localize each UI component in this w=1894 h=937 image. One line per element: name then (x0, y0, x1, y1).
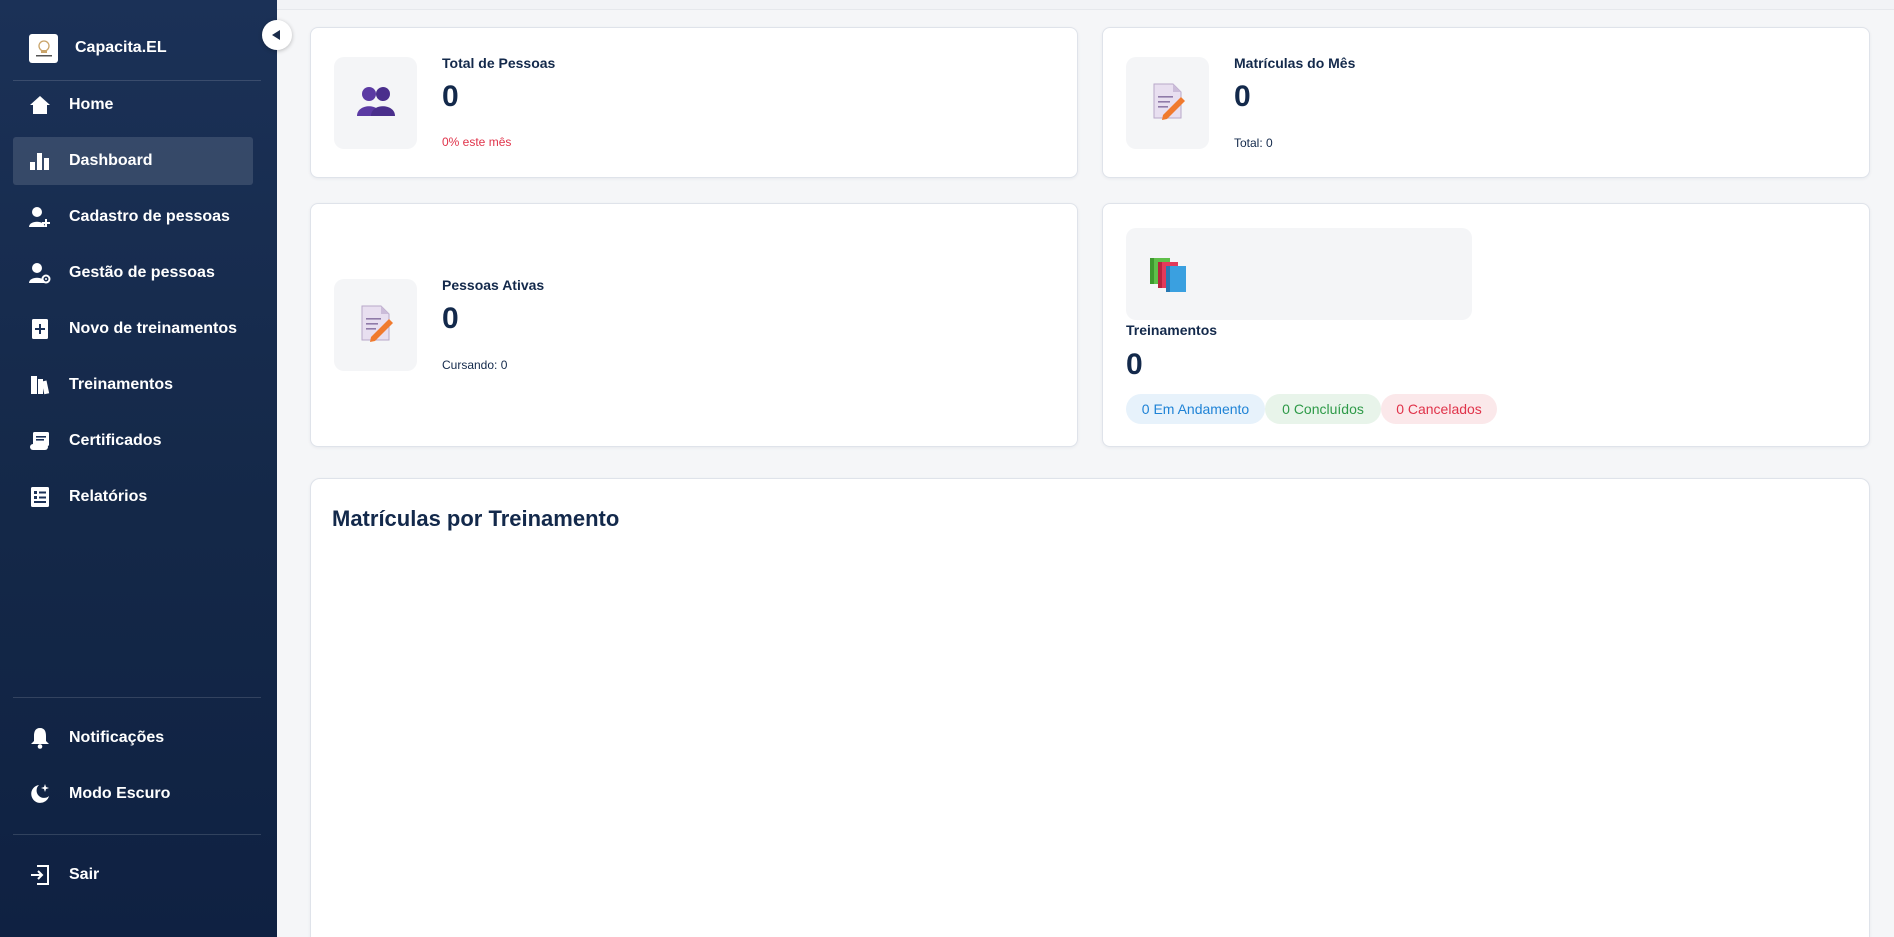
memo-icon (359, 304, 393, 347)
chart-card-matriculas (310, 478, 1870, 937)
moon-icon (28, 782, 52, 806)
divider (13, 834, 261, 835)
sidebar-item-treinamentos[interactable]: Treinamentos (13, 361, 253, 409)
sidebar-item-label: Dashboard (69, 152, 153, 169)
person-add-icon (28, 205, 52, 229)
stat-card-pessoas-ativas: Pessoas Ativas 0 Cursando: 0 (310, 203, 1078, 447)
sidebar-item-relatorios[interactable]: Relatórios (13, 473, 253, 521)
sidebar-item-label: Home (69, 96, 114, 113)
stat-value: 0 (442, 302, 459, 335)
memo-icon (1151, 82, 1185, 125)
brand-name: Capacita.EL (75, 39, 167, 56)
sidebar-item-label: Novo de treinamentos (69, 320, 238, 337)
sidebar-item-novo-treinamentos[interactable]: Novo de treinamentos (13, 305, 253, 353)
person-gear-icon (28, 261, 52, 285)
icon-tile (334, 57, 417, 149)
sidebar-item-modo-escuro[interactable]: Modo Escuro (13, 770, 253, 818)
stat-title: Treinamentos (1126, 322, 1218, 338)
books-icon (28, 373, 52, 397)
brand[interactable]: Capacita.EL (29, 33, 167, 63)
stat-change: 0% este mês (442, 135, 512, 149)
sidebar-item-label: Notificações (69, 729, 165, 746)
divider (13, 697, 261, 698)
books-icon (1148, 256, 1188, 299)
stat-value: 0 (442, 80, 459, 113)
collapse-sidebar-button[interactable] (262, 20, 292, 50)
sidebar-item-gestao-pessoas[interactable]: Gestão de pessoas (13, 249, 253, 297)
logout-button[interactable]: Sair (13, 851, 253, 899)
report-icon (28, 485, 52, 509)
stat-title: Matrículas do Mês (1234, 55, 1356, 71)
stat-title: Pessoas Ativas (442, 277, 545, 293)
sidebar-item-certificados[interactable]: Certificados (13, 417, 253, 465)
sidebar-item-notificacoes[interactable]: Notificações (13, 714, 253, 762)
badge-concluidos: 0 Concluídos (1265, 394, 1381, 424)
sidebar-item-label: Treinamentos (69, 376, 174, 393)
chart-title: Matrículas por Treinamento (332, 506, 620, 531)
top-strip (277, 0, 1894, 10)
stat-card-total-pessoas: Total de Pessoas 0 0% este mês (310, 27, 1078, 178)
icon-tile (334, 279, 417, 371)
icon-tile (1126, 228, 1472, 320)
add-document-icon (28, 317, 52, 341)
sidebar-item-label: Relatórios (69, 488, 148, 505)
stat-card-matriculas-mes: Matrículas do Mês 0 Total: 0 (1102, 27, 1870, 178)
stat-title: Total de Pessoas (442, 55, 556, 71)
sidebar-item-label: Gestão de pessoas (69, 264, 215, 281)
sidebar: Capacita.EL Home Dashboard Cadastro de p… (0, 0, 277, 937)
bar-chart-icon (28, 149, 52, 173)
certificate-icon (28, 429, 52, 453)
bell-icon (28, 726, 52, 750)
sidebar-item-label: Cadastro de pessoas (69, 208, 230, 225)
sidebar-item-label: Sair (69, 866, 100, 883)
home-icon (28, 93, 52, 117)
people-icon (356, 85, 396, 122)
stat-value: 0 (1126, 348, 1143, 381)
sidebar-item-dashboard[interactable]: Dashboard (13, 137, 253, 185)
stat-total: Total: 0 (1234, 136, 1273, 150)
sidebar-item-label: Modo Escuro (69, 785, 171, 802)
brand-logo (29, 33, 58, 63)
icon-tile (1126, 57, 1209, 149)
badge-cancelados: 0 Cancelados (1381, 394, 1497, 424)
sidebar-item-cadastro-pessoas[interactable]: Cadastro de pessoas (13, 193, 253, 241)
stat-cursando: Cursando: 0 (442, 358, 508, 372)
stat-card-treinamentos: Treinamentos 0 0 Em Andamento 0 Concluíd… (1102, 203, 1870, 447)
logout-icon (28, 863, 52, 887)
sidebar-item-label: Certificados (69, 432, 162, 449)
badge-em-andamento: 0 Em Andamento (1126, 394, 1265, 424)
sidebar-item-home[interactable]: Home (13, 81, 253, 129)
stat-value: 0 (1234, 80, 1251, 113)
